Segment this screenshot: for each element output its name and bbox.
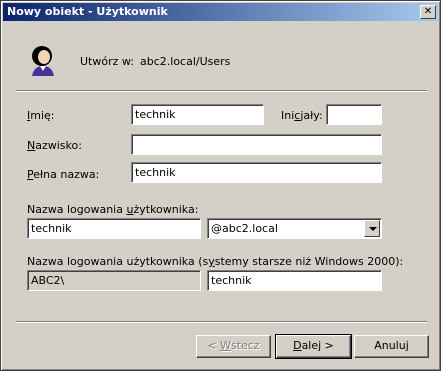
pre2000-logon-field[interactable]: technik	[207, 270, 382, 291]
dialog-window: Nowy obiekt - Użytkownik ✕ Utwórz w: abc…	[0, 0, 441, 371]
create-in-label: Utwórz w:	[80, 55, 134, 68]
separator-bottom	[16, 321, 427, 323]
window-title: Nowy obiekt - Użytkownik	[7, 5, 168, 18]
last-name-label: Nazwisko:	[27, 139, 82, 152]
full-name-field[interactable]: technik	[131, 162, 382, 183]
first-name-label: Imię:	[27, 109, 55, 122]
initials-label: Inicjały:	[281, 109, 323, 122]
pre2000-domain-field: ABC2\	[27, 270, 201, 291]
create-in-path: abc2.local/Users	[140, 55, 231, 68]
last-name-field[interactable]	[131, 134, 382, 155]
domain-select[interactable]: @abc2.local	[207, 218, 382, 239]
logon-name-label: Nazwa logowania użytkownika:	[27, 203, 199, 216]
pre2000-logon-label: Nazwa logowania użytkownika (systemy sta…	[27, 255, 404, 268]
separator-top	[16, 90, 427, 92]
close-button[interactable]: ✕	[420, 5, 436, 19]
cancel-button[interactable]: Anuluj	[354, 335, 429, 358]
user-icon	[32, 46, 54, 76]
back-button[interactable]: < Wstecz	[196, 335, 271, 358]
initials-field[interactable]	[326, 104, 382, 125]
logon-name-field[interactable]: technik	[27, 218, 201, 239]
title-bar[interactable]: Nowy obiekt - Użytkownik ✕	[3, 3, 438, 21]
next-button[interactable]: Dalej >	[275, 334, 352, 359]
first-name-field[interactable]: technik	[131, 104, 264, 125]
chevron-down-icon[interactable]	[364, 220, 380, 237]
domain-select-value: @abc2.local	[211, 222, 278, 235]
full-name-label: Pełna nazwa:	[27, 168, 100, 181]
